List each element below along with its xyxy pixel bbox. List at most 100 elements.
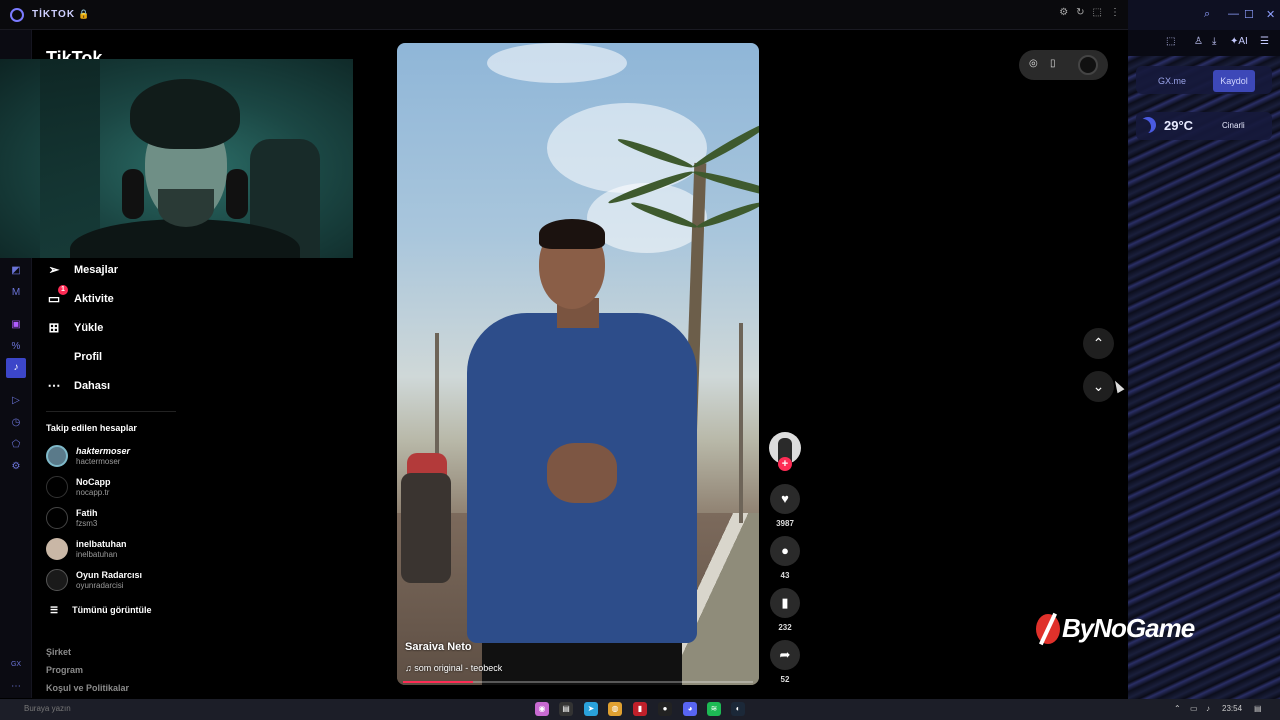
gx-right-toolbar xyxy=(1128,30,1280,56)
inbox-icon: ▭ 1 xyxy=(46,285,68,307)
settings-icon[interactable]: ⚙ xyxy=(9,460,23,474)
video-progress-bar[interactable] xyxy=(403,681,753,683)
menu-icon[interactable]: ☰ xyxy=(1260,36,1269,47)
comment-button[interactable]: ● xyxy=(770,536,800,566)
video-player[interactable]: Saraiva Neto ♫ som original - teobeck xyxy=(397,43,759,685)
video-cloud xyxy=(547,103,707,193)
video-music[interactable]: ♫ som original - teobeck xyxy=(405,663,502,673)
nav-activity[interactable]: ▭ 1 Aktivite xyxy=(46,285,114,307)
phone-icon[interactable]: ▯ xyxy=(1050,58,1056,69)
tiktok-icon[interactable]: ♪ xyxy=(6,358,26,378)
extensions-icon[interactable]: ⬠ xyxy=(9,438,23,452)
save-count: 232 xyxy=(778,623,792,632)
video-person-hair xyxy=(539,219,605,249)
tab-title[interactable]: TİKTOK xyxy=(32,9,75,20)
chevron-up-icon[interactable]: ⌃ xyxy=(1174,704,1181,713)
windows-taskbar: Buraya yazın ◉ ▤ ➤ ◍ ▮ ● ◕ ≋ ◐ ⌃ ▭ ♪ 23:… xyxy=(0,699,1280,720)
player-icon[interactable]: ▷ xyxy=(9,394,23,408)
following-account[interactable]: haktermoser hactermoser xyxy=(46,445,130,467)
minimize-icon[interactable]: — xyxy=(1228,8,1239,20)
nav-messages[interactable]: ➢ Mesajlar xyxy=(46,262,118,278)
see-all-link[interactable]: ☰ Tümünü görüntüle xyxy=(50,605,152,616)
nav-more-label: Dahası xyxy=(74,380,111,392)
toggle-dot[interactable] xyxy=(1078,55,1098,75)
video-person-hands xyxy=(547,443,617,503)
chrome-icon[interactable]: ◍ xyxy=(608,702,622,716)
clock[interactable]: 23:54 xyxy=(1222,704,1242,713)
weather-location[interactable]: Cinarli xyxy=(1222,121,1245,130)
gxme-label[interactable]: GX.me xyxy=(1158,76,1186,86)
save-button[interactable]: ▮ xyxy=(770,588,800,618)
nav-more[interactable]: ⋯ Dahası xyxy=(46,378,111,394)
history-icon[interactable]: ◷ xyxy=(9,416,23,430)
nav-profile[interactable]: Profil xyxy=(46,349,102,365)
temperature: 29°C xyxy=(1164,118,1194,133)
sidebar-divider xyxy=(46,411,176,412)
more-icon[interactable]: ⋯ xyxy=(9,680,23,694)
pin-icon[interactable]: ⬚ xyxy=(1093,7,1102,18)
ai-icon[interactable]: ✦AI xyxy=(1230,36,1248,47)
footer-link-program[interactable]: Program xyxy=(46,665,83,675)
avatar xyxy=(46,445,68,467)
search-icon[interactable]: ⌕ xyxy=(1204,8,1210,21)
compass-icon[interactable]: ◎ xyxy=(1029,58,1038,69)
chevron-up-icon: ⌃ xyxy=(1092,335,1105,351)
gx-sidebar-whatsapp-icon[interactable]: ◩ xyxy=(9,264,23,278)
notifications-icon[interactable]: ▤ xyxy=(1254,704,1262,713)
watermark-text: ByNoGame xyxy=(1062,613,1195,643)
video-cloud xyxy=(487,43,627,83)
follow-plus-icon[interactable]: + xyxy=(778,457,792,471)
previous-video-button[interactable]: ⌃ xyxy=(1083,328,1114,359)
chevron-down-icon: ⌄ xyxy=(1092,378,1105,394)
headphones-icon xyxy=(122,169,144,219)
signup-button[interactable]: Kaydol xyxy=(1213,70,1255,92)
gx-sidebar-messenger-icon[interactable]: M xyxy=(9,286,23,300)
taskbar-app-icon[interactable]: ▤ xyxy=(559,702,573,716)
download-icon[interactable]: ⤓ xyxy=(1212,36,1216,47)
account-name: Fatih xyxy=(76,508,98,518)
twitch-icon[interactable]: ▣ xyxy=(9,318,23,332)
snapshot-icon[interactable]: ⬚ xyxy=(1166,36,1175,47)
gx-control-icon[interactable]: GX xyxy=(9,658,23,672)
following-account[interactable]: NoCapp nocapp.tr xyxy=(46,476,111,498)
close-icon[interactable]: ✕ xyxy=(1266,8,1275,21)
network-icon[interactable]: ▭ xyxy=(1190,704,1198,713)
account-handle: oyunradarcisi xyxy=(76,581,124,590)
taskbar-app-icon[interactable]: ▮ xyxy=(633,702,647,716)
video-motorcycle xyxy=(401,473,451,583)
avatar xyxy=(46,538,68,560)
discord-icon[interactable]: ◕ xyxy=(683,702,697,716)
screen: TİKTOK 🔒 ⚙ ↻ ⬚ ⋮ ◩ M ▣ % ♪ ▷ ◷ ⬠ ⚙ GX ⋯ … xyxy=(0,0,1280,720)
volume-icon[interactable]: ♪ xyxy=(1206,704,1210,713)
following-account[interactable]: Fatih fzsm3 xyxy=(46,507,98,529)
like-button[interactable]: ♥ xyxy=(770,484,800,514)
menu-dots-icon[interactable]: ⋮ xyxy=(1110,7,1120,18)
gx-sidebar-percent-icon[interactable]: % xyxy=(9,340,23,354)
headphones-icon xyxy=(226,169,248,219)
maximize-icon[interactable]: ☐ xyxy=(1244,8,1254,21)
opera-gx-icon[interactable] xyxy=(10,8,24,22)
telegram-icon[interactable]: ➤ xyxy=(584,702,598,716)
following-account[interactable]: Oyun Radarcısı oyunradarcisi xyxy=(46,569,142,591)
footer-link-company[interactable]: Şirket xyxy=(46,647,71,657)
following-account[interactable]: inelbatuhan inelbatuhan xyxy=(46,538,127,560)
spotify-icon[interactable]: ≋ xyxy=(707,702,721,716)
taskbar-search[interactable]: Buraya yazın xyxy=(24,704,71,713)
nav-activity-label: Aktivite xyxy=(74,293,114,305)
github-icon[interactable]: ● xyxy=(658,702,672,716)
comment-count: 43 xyxy=(780,571,790,580)
nav-upload[interactable]: ⊞ Yükle xyxy=(46,320,104,336)
reload-icon[interactable]: ↻ xyxy=(1076,7,1084,18)
steam-icon[interactable]: ◐ xyxy=(731,702,745,716)
next-video-button[interactable]: ⌄ xyxy=(1083,371,1114,402)
footer-link-terms[interactable]: Koşul ve Politikalar xyxy=(46,683,129,693)
settings-icon[interactable]: ⚙ xyxy=(1059,7,1068,18)
send-icon: ➢ xyxy=(48,262,60,277)
taskbar-app-icon[interactable]: ◉ xyxy=(535,702,549,716)
see-all-label: Tümünü görüntüle xyxy=(72,605,152,615)
video-author[interactable]: Saraiva Neto xyxy=(405,641,472,653)
share-icon: ➦ xyxy=(779,647,791,662)
share-button[interactable]: ➦ xyxy=(770,640,800,670)
account-icon[interactable]: ♙ xyxy=(1194,36,1203,47)
account-name: Oyun Radarcısı xyxy=(76,570,143,580)
